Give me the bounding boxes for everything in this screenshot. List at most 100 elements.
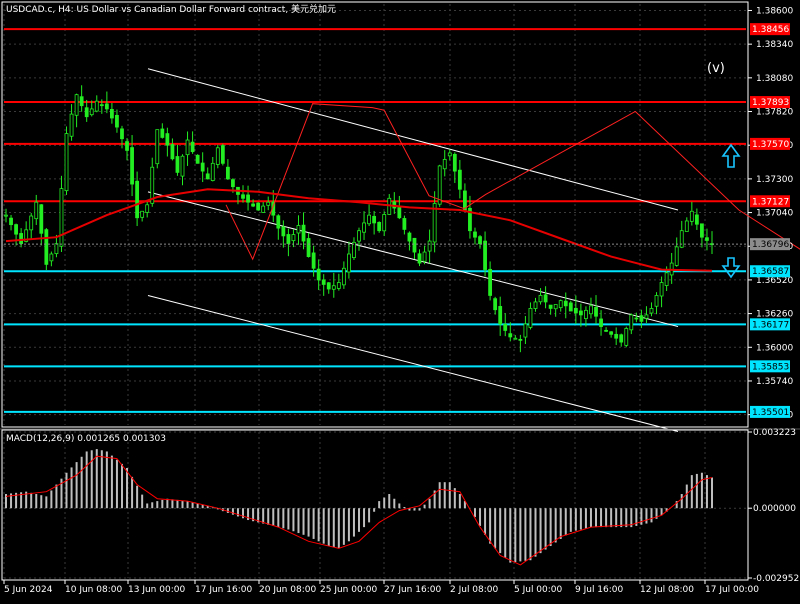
level-tag-label: 1.36587 — [752, 267, 789, 277]
price-tick-label: 1.35740 — [756, 377, 793, 387]
candle-body — [447, 152, 452, 157]
candle-body — [689, 210, 694, 222]
candle-body — [407, 232, 412, 242]
candle-body — [422, 251, 427, 262]
candle-body — [503, 323, 508, 331]
candle-body — [120, 128, 124, 140]
candle-body — [528, 308, 533, 328]
candle-body — [609, 331, 614, 335]
candle-body — [125, 141, 129, 151]
candle-body — [145, 204, 150, 213]
time-tick-label: 25 Jun 00:00 — [320, 585, 377, 595]
candle-body — [74, 94, 79, 116]
candle-body — [619, 334, 624, 343]
down-arrow-icon — [721, 257, 741, 279]
candle-body — [629, 314, 634, 331]
candle-body — [9, 217, 13, 226]
time-tick-label: 17 Jul 00:00 — [705, 585, 759, 595]
candle-body — [291, 234, 296, 242]
level-tag-label: 1.38456 — [752, 25, 789, 35]
candle-body — [649, 308, 654, 314]
chart-window[interactable]: 1.386001.383401.380801.378201.375601.373… — [0, 0, 800, 600]
chart-canvas[interactable]: 1.386001.383401.380801.378201.375601.373… — [0, 0, 800, 600]
macd-grid — [3, 431, 746, 579]
candle-body — [644, 314, 649, 319]
candle-body — [220, 145, 225, 164]
price-tick-label: 1.36260 — [756, 310, 793, 320]
candle-body — [326, 282, 331, 290]
candle-body — [190, 141, 195, 153]
candle-body — [165, 133, 170, 146]
candle-body — [553, 304, 558, 310]
candle-body — [115, 114, 119, 128]
candle-body — [175, 156, 180, 173]
candle-body — [382, 214, 387, 232]
candle-body — [573, 307, 578, 314]
up-arrow-icon — [721, 143, 741, 168]
candle-body — [84, 107, 89, 118]
candle-body — [488, 268, 493, 296]
time-tick-label: 10 Jun 08:00 — [65, 585, 122, 595]
candle-body — [457, 169, 462, 190]
time-tick-label: 9 Jul 16:00 — [575, 585, 624, 595]
candle-body — [533, 301, 538, 309]
candle-body — [478, 236, 482, 245]
channel-line-upper — [147, 68, 679, 211]
candle-body — [523, 323, 528, 338]
price-pane[interactable]: 1.386001.383401.380801.378201.375601.373… — [1, 1, 800, 432]
macd-title: MACD(12,26,9) 0.001265 0.001303 — [6, 434, 166, 444]
candle-body — [316, 268, 321, 281]
level-tag-label: 1.37127 — [752, 197, 789, 207]
candle-body — [296, 225, 301, 234]
time-tick-label: 5 Jul 00:00 — [514, 585, 563, 595]
candle-body — [589, 305, 593, 315]
candle-body — [417, 253, 422, 264]
time-tick-label: 2 Jul 08:00 — [450, 585, 499, 595]
candle-body — [64, 133, 69, 192]
candle-body — [215, 147, 220, 165]
candle-body — [321, 279, 326, 285]
candle-body — [684, 220, 689, 232]
time-tick-label: 12 Jul 08:00 — [640, 585, 694, 595]
candle-body — [160, 128, 165, 138]
candle-body — [634, 317, 639, 320]
candle-body — [54, 243, 59, 255]
candle-body — [614, 333, 619, 339]
candle-body — [205, 173, 210, 180]
candle-body — [347, 253, 351, 273]
time-tick-label: 27 Jun 16:00 — [384, 585, 441, 595]
candle-body — [674, 246, 679, 266]
time-tick-label: 13 Jun 00:00 — [128, 585, 185, 595]
candle-body — [700, 223, 704, 238]
candle-body — [210, 162, 215, 181]
price-tick-label: 1.36000 — [756, 343, 793, 353]
wave-label: (v) — [707, 61, 725, 76]
candle-body — [241, 194, 245, 199]
macd-pane-frame — [1, 429, 749, 581]
candle-body — [44, 229, 49, 265]
candle-body — [341, 267, 346, 286]
candle-body — [493, 298, 498, 311]
candle-body — [599, 318, 603, 327]
candle-body — [437, 165, 442, 205]
candle-body — [372, 215, 377, 224]
candle-body — [427, 240, 432, 252]
candle-body — [311, 252, 316, 269]
candle-body — [286, 234, 291, 245]
macd-pane[interactable]: 0.003223 0.000000 -0.002952 MACD(12,26,9) … — [1, 428, 799, 584]
candle-body — [14, 224, 18, 235]
macd-axis: 0.003223 0.000000 -0.002952 — [748, 428, 799, 584]
candle-body — [89, 108, 94, 116]
candle-body — [135, 180, 140, 219]
price-grid — [3, 4, 746, 425]
candle-body — [442, 159, 447, 170]
price-pane-frame — [1, 1, 749, 428]
candle-body — [402, 218, 407, 230]
candle-body — [29, 215, 34, 231]
candle-body — [377, 221, 382, 232]
level-tag-label: 1.36177 — [752, 320, 789, 330]
candle-body — [69, 113, 74, 137]
price-tick-label: 1.38340 — [756, 40, 793, 50]
candle-body — [336, 282, 341, 289]
candle-body — [543, 294, 548, 303]
